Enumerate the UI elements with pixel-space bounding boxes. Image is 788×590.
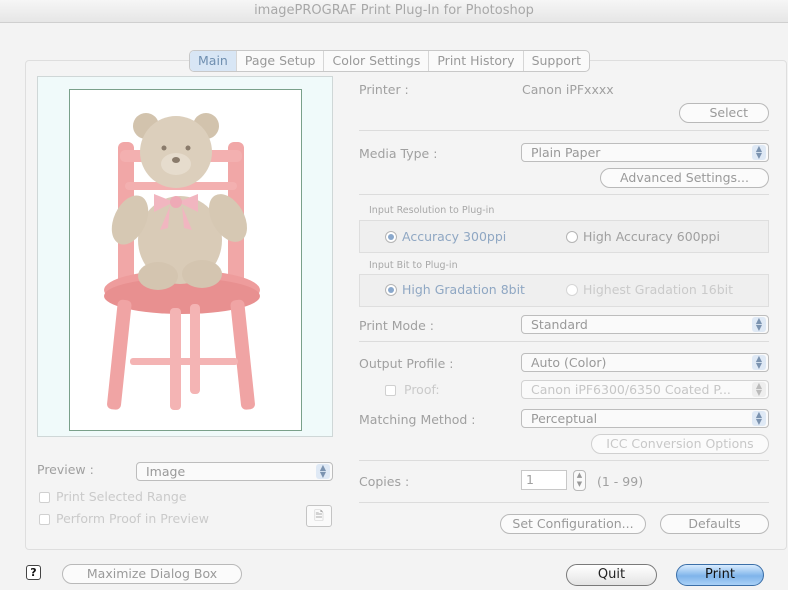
matching-method-label: Matching Method : bbox=[359, 412, 476, 427]
popup-arrows-icon: ▲ ▼ bbox=[752, 317, 766, 332]
output-profile-label: Output Profile : bbox=[359, 356, 454, 371]
help-button[interactable]: ? bbox=[26, 565, 41, 580]
stepper-arrows-icon: ▲ ▼ bbox=[576, 471, 583, 488]
accuracy-300ppi-label: Accuracy 300ppi bbox=[402, 229, 507, 244]
quit-button[interactable]: Quit bbox=[566, 564, 657, 586]
print-mode-label: Print Mode : bbox=[359, 318, 434, 333]
divider bbox=[359, 341, 769, 342]
print-button[interactable]: Print bbox=[676, 564, 764, 586]
matching-method-select[interactable]: Perceptual ▲ ▼ bbox=[521, 409, 769, 428]
proof-checkbox[interactable] bbox=[385, 385, 396, 396]
media-type-select[interactable]: Plain Paper ▲ ▼ bbox=[521, 143, 769, 162]
document-info-icon: 🗎 bbox=[314, 509, 324, 523]
copies-input[interactable]: 1 bbox=[521, 470, 567, 490]
print-selected-range-checkbox[interactable] bbox=[39, 492, 50, 503]
copies-range: (1 - 99) bbox=[597, 474, 644, 489]
highest-gradation-16bit-radio[interactable] bbox=[566, 284, 578, 296]
tab-bar: Main Page Setup Color Settings Print His… bbox=[189, 50, 590, 72]
preview-mode-value: Image bbox=[146, 464, 186, 479]
set-configuration-button[interactable]: Set Configuration... bbox=[500, 514, 646, 534]
input-resolution-group-label: Input Resolution to Plug-in bbox=[369, 205, 495, 216]
print-selected-range-label: Print Selected Range bbox=[56, 489, 187, 504]
tab-print-history[interactable]: Print History bbox=[428, 51, 522, 71]
perform-proof-label: Perform Proof in Preview bbox=[56, 511, 209, 526]
divider bbox=[359, 194, 769, 195]
copies-stepper[interactable]: ▲ ▼ bbox=[573, 470, 586, 491]
proof-label: Proof: bbox=[404, 382, 440, 397]
tab-main[interactable]: Main bbox=[190, 51, 236, 71]
matching-method-value: Perceptual bbox=[531, 411, 598, 426]
media-type-label: Media Type : bbox=[359, 146, 438, 161]
proof-profile-select[interactable]: Canon iPF6300/6350 Coated P... ▲ ▼ bbox=[521, 380, 769, 399]
proof-info-button[interactable]: 🗎 bbox=[306, 505, 332, 527]
divider bbox=[359, 502, 769, 503]
high-gradation-8bit-label: High Gradation 8bit bbox=[402, 282, 525, 297]
printer-label: Printer : bbox=[359, 82, 409, 97]
advanced-settings-button[interactable]: Advanced Settings... bbox=[600, 168, 769, 188]
icc-conversion-options-button[interactable]: ICC Conversion Options bbox=[591, 434, 769, 454]
divider bbox=[359, 130, 769, 131]
printer-value: Canon iPFxxxx bbox=[522, 82, 614, 97]
tab-page-setup[interactable]: Page Setup bbox=[235, 51, 324, 71]
defaults-button[interactable]: Defaults bbox=[660, 514, 769, 534]
preview-label: Preview : bbox=[37, 462, 94, 477]
high-accuracy-600ppi-label: High Accuracy 600ppi bbox=[583, 229, 720, 244]
tab-color-settings[interactable]: Color Settings bbox=[323, 51, 428, 71]
output-profile-value: Auto (Color) bbox=[531, 355, 607, 370]
popup-arrows-icon: ▲ ▼ bbox=[752, 145, 766, 160]
high-gradation-8bit-radio[interactable] bbox=[385, 284, 397, 296]
preview-area bbox=[37, 76, 333, 437]
tab-support[interactable]: Support bbox=[522, 51, 589, 71]
accuracy-300ppi-radio[interactable] bbox=[385, 231, 397, 243]
window-title: imagePROGRAF Print Plug-In for Photoshop bbox=[0, 0, 788, 23]
popup-arrows-icon: ▲ ▼ bbox=[752, 382, 766, 397]
high-accuracy-600ppi-radio[interactable] bbox=[566, 231, 578, 243]
teddy-bear-chair-illustration bbox=[70, 90, 301, 430]
popup-arrows-icon: ▲ ▼ bbox=[752, 411, 766, 426]
divider bbox=[359, 460, 769, 461]
media-type-value: Plain Paper bbox=[531, 145, 601, 160]
input-bit-group-label: Input Bit to Plug-in bbox=[369, 260, 458, 271]
print-mode-select[interactable]: Standard ▲ ▼ bbox=[521, 315, 769, 334]
popup-arrows-icon: ▲ ▼ bbox=[752, 355, 766, 370]
print-mode-value: Standard bbox=[531, 317, 588, 332]
preview-image bbox=[69, 89, 302, 431]
perform-proof-checkbox[interactable] bbox=[39, 514, 50, 525]
maximize-dialog-button[interactable]: Maximize Dialog Box bbox=[62, 564, 242, 584]
help-icon: ? bbox=[30, 566, 37, 579]
copies-label: Copies : bbox=[359, 474, 410, 489]
highest-gradation-16bit-label: Highest Gradation 16bit bbox=[583, 282, 734, 297]
select-printer-button[interactable]: Select bbox=[679, 103, 769, 123]
proof-profile-value: Canon iPF6300/6350 Coated P... bbox=[531, 382, 731, 397]
output-profile-select[interactable]: Auto (Color) ▲ ▼ bbox=[521, 353, 769, 372]
popup-arrows-icon: ▲ ▼ bbox=[316, 464, 330, 479]
preview-mode-select[interactable]: Image ▲ ▼ bbox=[136, 462, 333, 481]
